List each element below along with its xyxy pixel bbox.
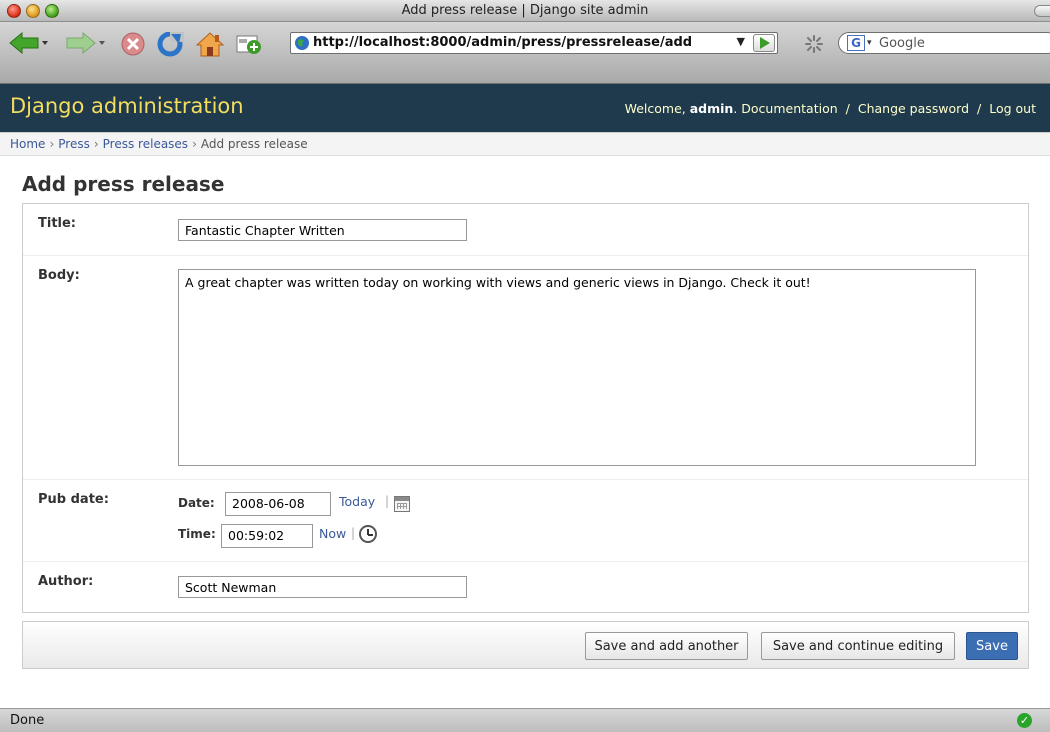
user-tools-separator: /	[977, 101, 982, 116]
date-input[interactable]: 2008-06-08	[225, 492, 331, 516]
body-row: Body: A great chapter was written today …	[23, 256, 1028, 480]
logout-link[interactable]: Log out	[989, 101, 1036, 116]
submit-row: Save and add another Save and continue e…	[22, 621, 1029, 669]
search-placeholder: Google	[879, 36, 925, 51]
user-tools: Welcome, admin. Documentation / Change p…	[625, 101, 1036, 116]
site-brand[interactable]: Django administration	[10, 94, 244, 118]
globe-icon	[295, 36, 309, 50]
author-input[interactable]: Scott Newman	[178, 576, 467, 598]
pub-date-label: Pub date:	[38, 492, 109, 507]
stop-icon[interactable]	[121, 32, 147, 58]
today-link[interactable]: Today	[339, 494, 375, 509]
forward-arrow-icon[interactable]	[65, 32, 107, 54]
author-label: Author:	[38, 574, 94, 589]
pub-date-row: Pub date: Date: 2008-06-08 Today | Time:…	[23, 480, 1028, 562]
breadcrumb-press[interactable]: Press	[58, 137, 90, 151]
breadcrumb-home[interactable]: Home	[10, 137, 45, 151]
back-arrow-icon[interactable]	[8, 32, 50, 54]
home-icon[interactable]	[196, 32, 224, 58]
checkmark-icon: ✓	[1017, 713, 1032, 728]
time-input[interactable]: 00:59:02	[221, 524, 313, 548]
search-engine-dropdown-icon[interactable]: ▾	[867, 38, 872, 48]
search-engine-icon[interactable]: G	[847, 35, 865, 51]
breadcrumb: Home › Press › Press releases › Add press rele…	[0, 132, 1050, 156]
author-row: Author: Scott Newman	[23, 562, 1028, 612]
title-input[interactable]: Fantastic Chapter Written	[178, 219, 467, 241]
browser-toolbar: http://localhost:8000/admin/press/pressr…	[0, 22, 1050, 84]
change-password-link[interactable]: Change password	[858, 101, 969, 116]
status-text: Done	[10, 713, 45, 728]
date-label: Date:	[178, 496, 215, 510]
now-link[interactable]: Now	[319, 526, 346, 541]
breadcrumb-separator: ›	[49, 137, 55, 151]
user-tools-separator: /	[845, 101, 850, 116]
search-field[interactable]: G ▾ Google	[838, 32, 1050, 54]
url-dropdown-icon[interactable]: ▼	[737, 35, 745, 48]
press-release-form: Title: Fantastic Chapter Written Body: A…	[22, 203, 1029, 613]
go-button[interactable]	[753, 34, 775, 52]
new-tab-icon[interactable]	[236, 32, 262, 56]
status-bar: Done ✓	[0, 708, 1050, 732]
title-label: Title:	[38, 216, 77, 231]
time-label: Time:	[178, 527, 216, 541]
breadcrumb-current: Add press release	[200, 137, 308, 151]
body-textarea[interactable]: A great chapter was written today on wor…	[178, 269, 976, 466]
calendar-icon[interactable]	[394, 496, 410, 512]
url-field[interactable]: http://localhost:8000/admin/press/pressr…	[290, 32, 778, 54]
time-pipe: |	[351, 526, 356, 540]
save-button[interactable]: Save	[966, 632, 1018, 660]
reload-icon[interactable]	[157, 32, 185, 58]
welcome-period: .	[733, 101, 738, 116]
username: admin	[689, 101, 734, 116]
breadcrumb-separator: ›	[93, 137, 99, 151]
admin-header: Django administration Welcome, admin. Do…	[0, 84, 1050, 132]
date-pipe: |	[385, 494, 390, 508]
play-icon	[760, 37, 770, 49]
url-text: http://localhost:8000/admin/press/pressr…	[313, 35, 693, 50]
clock-icon[interactable]	[359, 525, 377, 543]
documentation-link[interactable]: Documentation	[741, 101, 837, 116]
toolbar-toggle-button[interactable]	[1034, 5, 1050, 17]
save-and-add-another-button[interactable]: Save and add another	[585, 632, 748, 660]
title-row: Title: Fantastic Chapter Written	[23, 204, 1028, 256]
loading-spinner-icon	[805, 35, 823, 53]
window-titlebar: Add press release | Django site admin	[0, 0, 1050, 22]
breadcrumb-press-releases[interactable]: Press releases	[103, 137, 188, 151]
body-label: Body:	[38, 268, 80, 283]
breadcrumb-separator: ›	[192, 137, 197, 151]
window-title: Add press release | Django site admin	[401, 3, 649, 18]
save-and-continue-button[interactable]: Save and continue editing	[761, 632, 955, 660]
page-title: Add press release	[22, 172, 225, 196]
welcome-text: Welcome,	[624, 101, 686, 116]
